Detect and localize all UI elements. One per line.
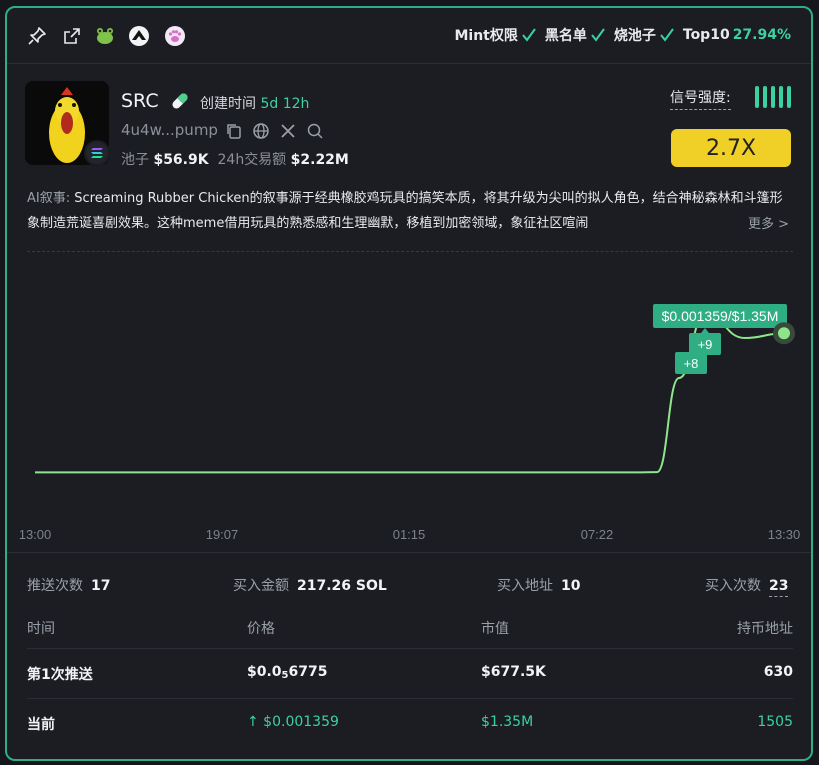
token-address: 4u4w...pump bbox=[121, 121, 218, 139]
security-checks: Mint权限 黑名单 烧池子 Top10 27.94% bbox=[454, 25, 791, 45]
check-icon bbox=[522, 28, 536, 42]
signal-strength-label: 信号强度: bbox=[670, 87, 731, 110]
price-line bbox=[34, 312, 785, 474]
check-mint: Mint权限 bbox=[454, 25, 536, 45]
chart-tooltip: $0.001359/$1.35M bbox=[653, 304, 787, 328]
marker-plus8: +8 bbox=[675, 352, 707, 374]
svg-text:+9: +9 bbox=[698, 337, 713, 352]
solana-icon bbox=[84, 140, 110, 166]
mountain-icon[interactable] bbox=[127, 24, 151, 48]
table-row: 当前 ↑ $0.001359 $1.35M 1505 bbox=[27, 714, 793, 733]
created-time: 创建时间 5d 12h bbox=[200, 96, 310, 112]
table-row: 第1次推送 $0.056775 $677.5K 630 bbox=[27, 664, 793, 683]
x-tick-label: 13:30 bbox=[768, 527, 801, 542]
token-card: Mint权限 黑名单 烧池子 Top10 27.94% SRC 创建时间 5d … bbox=[5, 6, 813, 761]
divider bbox=[27, 251, 793, 252]
marker-plus9: +9 bbox=[689, 328, 721, 355]
frog-icon[interactable] bbox=[93, 24, 117, 48]
tooltip-text: $0.001359/$1.35M bbox=[662, 308, 779, 324]
check-blacklist: 黑名单 bbox=[545, 25, 606, 45]
more-link[interactable]: 更多 > bbox=[741, 213, 789, 232]
signal-strength-bars bbox=[755, 86, 791, 108]
check-icon bbox=[660, 28, 674, 42]
divider bbox=[7, 552, 811, 553]
pill-icon bbox=[169, 90, 191, 116]
x-tick-label: 07:22 bbox=[581, 527, 614, 542]
external-link-icon[interactable] bbox=[60, 24, 84, 48]
price-cell: $0.056775 bbox=[247, 664, 328, 681]
top-bar: Mint权限 黑名单 烧池子 Top10 27.94% bbox=[7, 8, 811, 64]
buy-count: 买入次数 23 bbox=[705, 575, 789, 597]
search-icon[interactable] bbox=[306, 122, 324, 144]
pool-info: 池子 $56.9K 24h交易额 $2.22M bbox=[121, 152, 349, 168]
stats-row: 推送次数 17 买入金额 217.26 SOL 买入地址 10 买入次数 23 bbox=[27, 575, 793, 597]
copy-icon[interactable] bbox=[225, 122, 243, 144]
x-tick-label: 13:00 bbox=[19, 527, 52, 542]
pin-icon[interactable] bbox=[25, 24, 49, 48]
x-twitter-icon[interactable] bbox=[279, 122, 297, 144]
x-tick-label: 19:07 bbox=[206, 527, 239, 542]
price-chart: $0.001359/$1.35M +9 +8 13:00 19:07 01:15 07… bbox=[19, 304, 801, 542]
check-burn-pool: 烧池子 bbox=[614, 25, 675, 45]
token-links bbox=[225, 122, 324, 144]
x-axis: 13:00 19:07 01:15 07:22 13:30 bbox=[19, 527, 801, 542]
token-symbol: SRC bbox=[121, 90, 159, 112]
check-icon bbox=[591, 28, 605, 42]
svg-text:+8: +8 bbox=[684, 356, 699, 371]
x-tick-label: 01:15 bbox=[393, 527, 426, 542]
push-count: 推送次数 17 bbox=[27, 578, 111, 594]
table-header: 时间 价格 市值 持币地址 bbox=[27, 621, 793, 637]
top10-holding: Top10 27.94% bbox=[682, 27, 791, 43]
buy-address-count: 买入地址 10 bbox=[497, 578, 581, 594]
paw-icon[interactable] bbox=[163, 24, 187, 48]
multiplier-badge: 2.7X bbox=[671, 129, 791, 167]
buy-amount: 买入金额 217.26 SOL bbox=[233, 578, 387, 594]
divider bbox=[27, 698, 793, 699]
globe-icon[interactable] bbox=[252, 122, 270, 144]
divider bbox=[27, 648, 793, 649]
current-point bbox=[778, 327, 790, 340]
ai-narrative: AI叙事: Screaming Rubber Chicken的叙事源于经典橡胶鸡… bbox=[27, 191, 783, 231]
